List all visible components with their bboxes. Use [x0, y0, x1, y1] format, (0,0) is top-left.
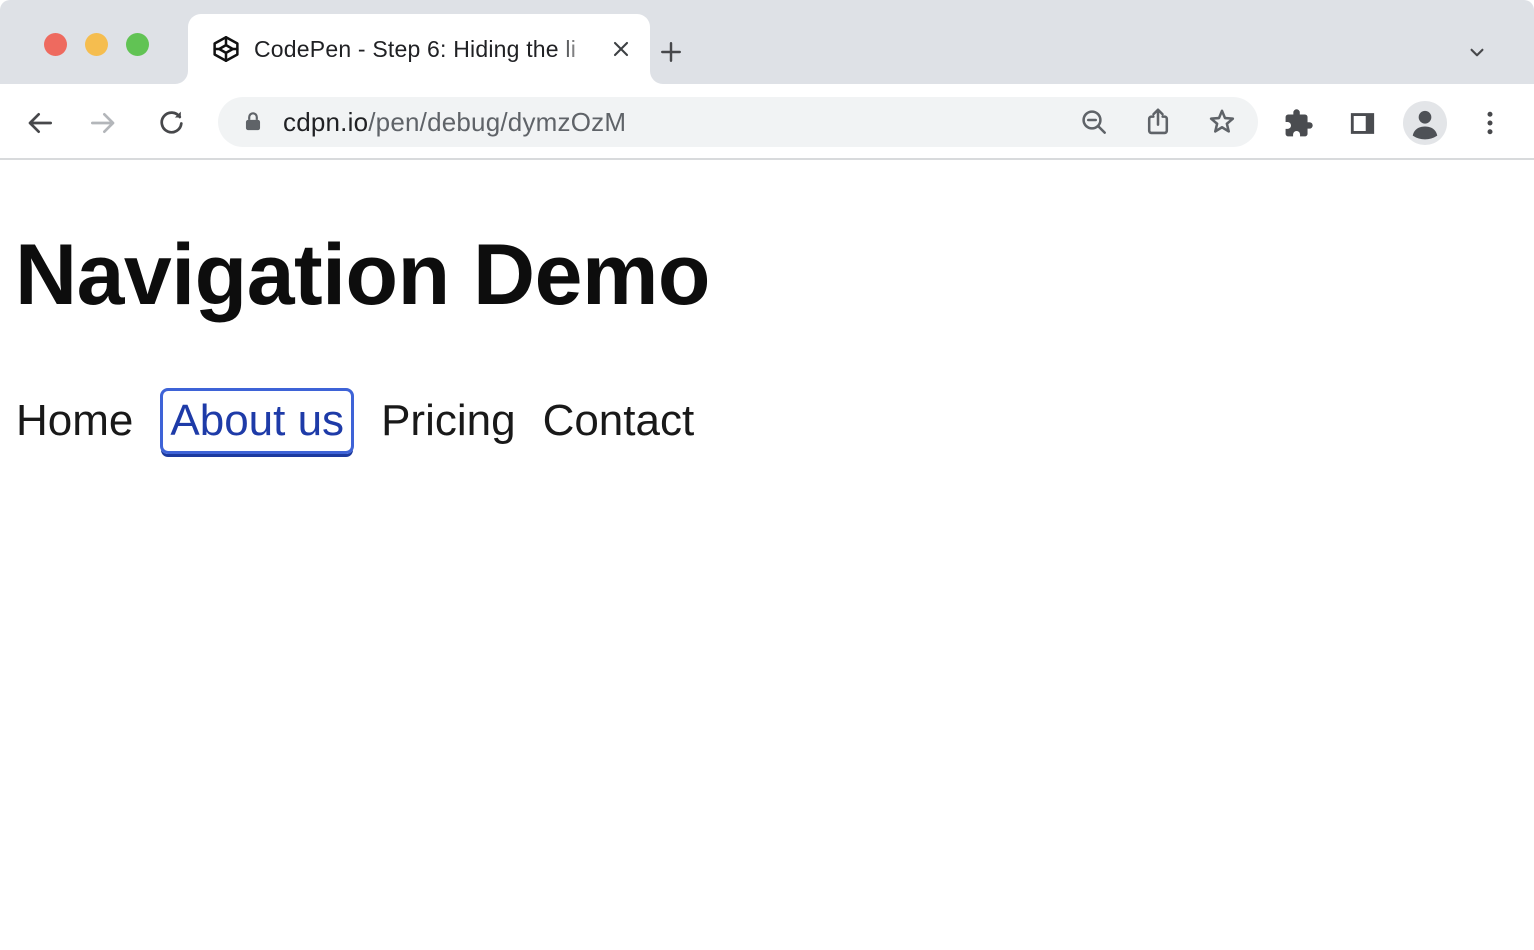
tab-title: CodePen - Step 6: Hiding the li — [254, 33, 604, 65]
tab-close-button[interactable] — [604, 32, 638, 66]
share-icon — [1142, 106, 1174, 138]
minimize-window-button[interactable] — [85, 33, 108, 56]
reload-icon — [156, 108, 187, 139]
arrow-right-icon — [87, 107, 119, 139]
bookmark-button[interactable] — [1200, 100, 1244, 144]
site-navigation: Home About us Pricing Contact — [16, 388, 1534, 454]
plus-icon — [657, 38, 685, 66]
person-icon — [1402, 100, 1448, 146]
nav-link-home[interactable]: Home — [16, 396, 133, 446]
zoom-window-button[interactable] — [126, 33, 149, 56]
browser-window: CodePen - Step 6: Hiding the li — [0, 0, 1534, 950]
nav-link-contact[interactable]: Contact — [543, 396, 695, 446]
page-title: Navigation Demo — [15, 232, 1534, 318]
profile-button[interactable] — [1402, 100, 1448, 146]
extensions-button[interactable] — [1278, 103, 1318, 143]
page-content: Navigation Demo Home About us Pricing Co… — [0, 160, 1534, 950]
browser-toolbar: cdpn.io/pen/debug/dymzOzM — [0, 84, 1534, 158]
chevron-down-icon — [1464, 39, 1490, 65]
url-text: cdpn.io/pen/debug/dymzOzM — [283, 107, 626, 138]
traffic-lights — [44, 33, 149, 56]
tab-strip: CodePen - Step 6: Hiding the li — [0, 0, 1534, 84]
url-domain: cdpn.io — [283, 107, 368, 137]
new-tab-button[interactable] — [650, 31, 692, 73]
close-icon — [609, 37, 633, 61]
reload-button[interactable] — [151, 103, 191, 143]
close-window-button[interactable] — [44, 33, 67, 56]
nav-link-about-us[interactable]: About us — [160, 388, 354, 454]
zoom-out-button[interactable] — [1072, 100, 1116, 144]
arrow-left-icon — [24, 107, 56, 139]
side-panel-icon — [1347, 108, 1378, 139]
tab-search-button[interactable] — [1458, 33, 1496, 71]
url-path: /pen/debug/dymzOzM — [368, 107, 626, 137]
site-info-button[interactable] — [238, 107, 268, 137]
magnifier-minus-icon — [1078, 106, 1110, 138]
nav-link-pricing[interactable]: Pricing — [381, 396, 516, 446]
share-button[interactable] — [1136, 100, 1180, 144]
side-panel-button[interactable] — [1342, 103, 1382, 143]
forward-button[interactable] — [83, 103, 123, 143]
lock-icon — [240, 109, 266, 135]
url-bar[interactable]: cdpn.io/pen/debug/dymzOzM — [218, 97, 1258, 147]
three-dots-vertical-icon — [1475, 108, 1505, 138]
star-icon — [1206, 106, 1238, 138]
puzzle-icon — [1283, 108, 1314, 139]
browser-tab[interactable]: CodePen - Step 6: Hiding the li — [188, 14, 650, 84]
browser-menu-button[interactable] — [1470, 103, 1510, 143]
codepen-logo-icon — [211, 34, 241, 64]
back-button[interactable] — [20, 103, 60, 143]
